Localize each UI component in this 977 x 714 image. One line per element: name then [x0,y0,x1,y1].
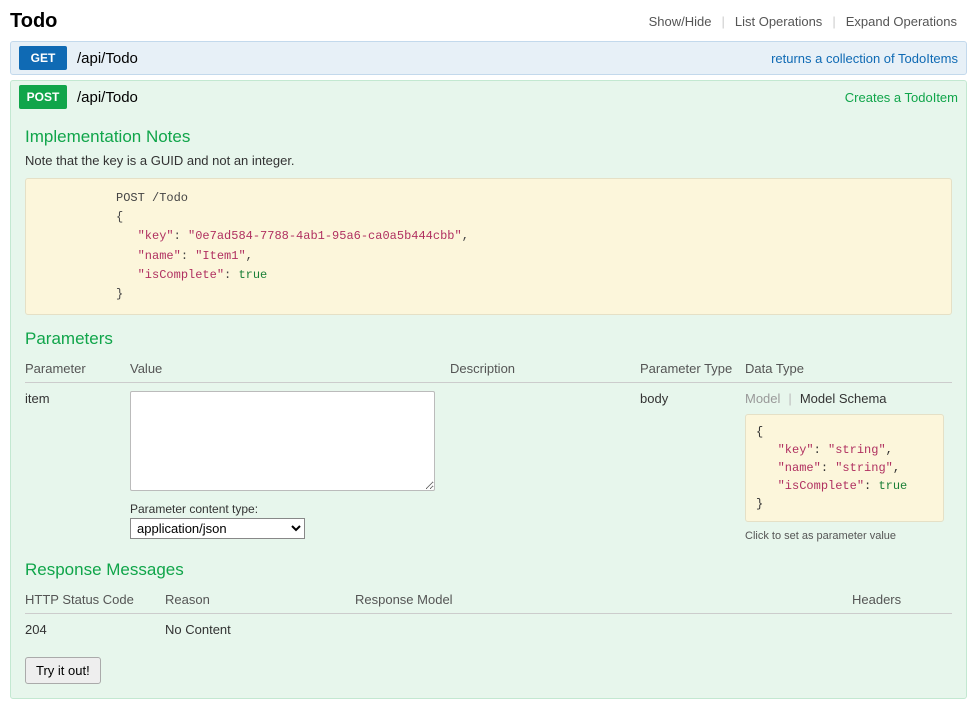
operation-post: POST /api/Todo Creates a TodoItem Implem… [10,80,967,699]
param-description [450,383,640,551]
model-schema-box[interactable]: { "key": "string", "name": "string", "is… [745,414,944,522]
link-expand-operations[interactable]: Expand Operations [836,14,967,29]
try-it-out-button[interactable]: Try it out! [25,657,101,684]
col-value: Value [130,355,450,383]
col-reason: Reason [165,586,355,614]
path-post: /api/Todo [77,89,845,106]
operation-get-header[interactable]: GET /api/Todo returns a collection of To… [11,42,966,74]
implementation-notes-heading: Implementation Notes [25,127,952,147]
content-type-label: Parameter content type: [130,502,442,516]
response-row: 204 No Content [25,614,952,646]
response-code: 204 [25,614,165,646]
response-messages-table: HTTP Status Code Reason Response Model H… [25,586,952,645]
col-parameter: Parameter [25,355,130,383]
summary-post: Creates a TodoItem [845,90,958,105]
link-show-hide[interactable]: Show/Hide [639,14,722,29]
method-badge-post: POST [19,85,67,109]
parameters-heading: Parameters [25,329,952,349]
operation-get: GET /api/Todo returns a collection of To… [10,41,967,75]
col-data-type: Data Type [745,355,952,383]
parameter-row: item Parameter content type: application… [25,383,952,551]
col-http-status: HTTP Status Code [25,586,165,614]
operation-post-header[interactable]: POST /api/Todo Creates a TodoItem [11,81,966,113]
col-response-model: Response Model [355,586,852,614]
implementation-notes-text: Note that the key is a GUID and not an i… [25,153,952,168]
response-reason: No Content [165,614,355,646]
tab-model[interactable]: Model [745,391,780,406]
col-description: Description [450,355,640,383]
link-list-operations[interactable]: List Operations [725,14,832,29]
param-value-input[interactable] [130,391,435,491]
model-tabs: Model|Model Schema [745,391,944,406]
col-parameter-type: Parameter Type [640,355,745,383]
example-code-block: POST /Todo { "key": "0e7ad584-7788-4ab1-… [25,178,952,315]
method-badge-get: GET [19,46,67,70]
parameters-table: Parameter Value Description Parameter Ty… [25,355,952,550]
path-get: /api/Todo [77,50,771,67]
col-headers: Headers [852,586,952,614]
resource-title[interactable]: Todo [10,10,57,33]
param-name: item [25,383,130,551]
content-type-select[interactable]: application/json [130,518,305,539]
tab-model-schema[interactable]: Model Schema [800,391,887,406]
operation-post-body: Implementation Notes Note that the key i… [11,113,966,698]
response-messages-heading: Response Messages [25,560,952,580]
summary-get: returns a collection of TodoItems [771,51,958,66]
header-links: Show/Hide | List Operations | Expand Ope… [639,14,967,29]
param-type: body [640,383,745,551]
schema-click-hint: Click to set as parameter value [745,530,944,542]
